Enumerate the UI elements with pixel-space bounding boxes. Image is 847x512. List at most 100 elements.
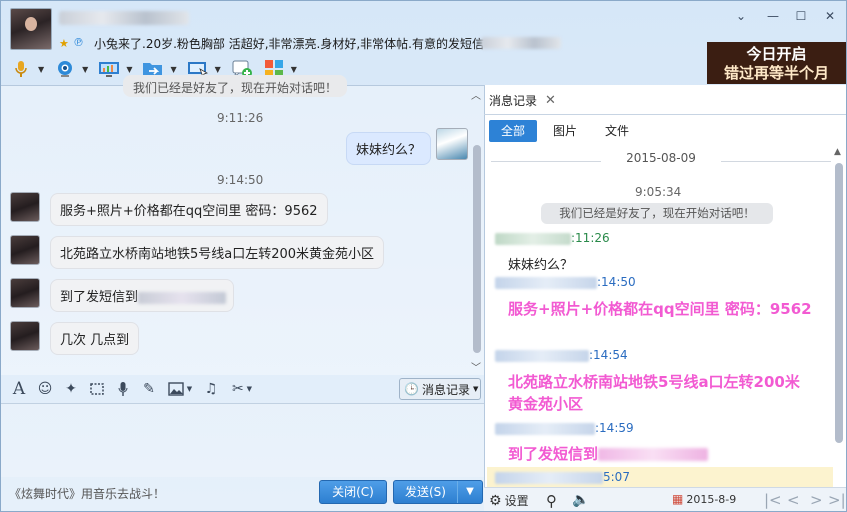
maximize-icon[interactable]: ☐ xyxy=(793,9,809,23)
video-camera-icon xyxy=(54,59,76,79)
history-message: 到了发短信到 xyxy=(508,443,709,465)
ad-line-2: 错过再等半个月 xyxy=(723,64,829,82)
divider xyxy=(491,161,601,162)
signature-redacted xyxy=(481,37,561,49)
send-options-icon[interactable]: ▼ xyxy=(458,481,482,503)
contact-avatar[interactable] xyxy=(10,8,52,50)
prev-page-icon[interactable]: < xyxy=(787,491,800,509)
image-icon[interactable]: ▼ xyxy=(163,378,197,400)
search-icon[interactable]: ⚲ xyxy=(546,492,557,510)
chevron-down-icon[interactable]: ▼ xyxy=(215,65,221,74)
screenshot-icon[interactable] xyxy=(85,378,109,400)
chat-scrollbar[interactable]: ︿ ﹀ xyxy=(470,87,484,375)
divider xyxy=(484,114,846,115)
history-sender-line: :14:59 xyxy=(495,421,634,435)
history-tab-label: 消息记录 xyxy=(489,93,538,108)
settings-button[interactable]: ⚙ 设置 xyxy=(489,492,529,509)
history-footer: ⚙ 设置 ⚲ 🔈 ▦ 2015-8-9 |< < > >| xyxy=(484,487,846,511)
message-bubble-received[interactable]: 到了发短信到 xyxy=(50,279,234,312)
ad-line-1: 今日开启 xyxy=(746,45,807,63)
history-scrollbar[interactable]: ▲ xyxy=(833,147,845,445)
filter-files[interactable]: 文件 xyxy=(593,120,641,142)
qzone-icon[interactable]: ℗ xyxy=(73,36,84,49)
music-icon[interactable]: ♫ xyxy=(199,378,223,400)
history-entry-time: :14:54 xyxy=(589,348,628,362)
footer-tip-link[interactable]: 《炫舞时代》用音乐去战斗！ xyxy=(9,485,165,502)
scrollbar-thumb[interactable] xyxy=(473,145,481,353)
close-button[interactable]: 关闭(C) xyxy=(319,480,387,504)
last-page-icon[interactable]: >| xyxy=(828,491,846,509)
message-history-button[interactable]: 🕒 消息记录 ▼ xyxy=(399,378,481,400)
chevron-down-icon[interactable]: ▼ xyxy=(170,65,176,74)
filter-all[interactable]: 全部 xyxy=(489,120,538,142)
message-text: 到了发短信到 xyxy=(60,290,139,305)
font-icon[interactable]: A xyxy=(7,378,31,400)
speaker-icon[interactable]: 🔈 xyxy=(572,492,589,508)
scrollbar-thumb[interactable] xyxy=(835,163,843,443)
voice-call-button[interactable]: ▼ xyxy=(7,57,47,81)
history-sender-line: :11:26 xyxy=(495,231,610,245)
contact-avatar-small[interactable] xyxy=(10,235,40,265)
history-system-message: 我们已经是好友了，现在开始对话吧！ xyxy=(541,203,773,224)
scroll-up-icon[interactable]: ︿ xyxy=(471,87,481,102)
minimize-icon[interactable]: — xyxy=(765,9,781,23)
history-filters: 全部 图片 文件 xyxy=(489,120,641,142)
star-icon: ★ xyxy=(59,37,69,50)
video-call-button[interactable]: ▼ xyxy=(51,57,91,81)
my-avatar[interactable] xyxy=(436,128,468,160)
chevron-down-icon[interactable]: ▼ xyxy=(187,385,192,393)
chevron-down-icon[interactable]: ▼ xyxy=(38,65,44,74)
send-button[interactable]: 发送(S) ▼ xyxy=(393,480,483,504)
tab-message-history[interactable]: 消息记录 ✕ xyxy=(489,89,556,111)
message-bubble-received[interactable]: 服务+照片+价格都在qq空间里 密码：9562 xyxy=(50,193,328,226)
ad-banner[interactable]: 今日开启 错过再等半个月 xyxy=(707,42,846,84)
scroll-down-icon[interactable]: ﹀ xyxy=(471,359,481,374)
first-page-icon[interactable]: |< xyxy=(764,491,782,509)
chevron-down-icon[interactable]: ▼ xyxy=(82,65,88,74)
filter-images[interactable]: 图片 xyxy=(541,120,589,142)
divider xyxy=(721,161,831,162)
next-page-icon[interactable]: > xyxy=(810,491,823,509)
dropdown-menu-icon[interactable]: ⌄ xyxy=(733,9,749,23)
contact-avatar-small[interactable] xyxy=(10,192,40,222)
emoji-icon[interactable]: ☺ xyxy=(33,378,57,400)
redacted-number xyxy=(598,448,709,461)
contact-avatar-small[interactable] xyxy=(10,321,40,351)
scroll-up-icon[interactable]: ▲ xyxy=(834,147,841,157)
message-bubble-sent[interactable]: 妹妹约么？ xyxy=(346,132,432,165)
message-bubble-received[interactable]: 几次 几点到 xyxy=(50,322,140,355)
date-picker[interactable]: ▦ 2015-8-9 xyxy=(672,492,736,506)
message-time: 9:14:50 xyxy=(217,173,264,187)
chevron-down-icon[interactable]: ▼ xyxy=(291,65,297,74)
chevron-down-icon[interactable]: ▼ xyxy=(126,65,132,74)
message-bubble-received[interactable]: 北苑路立水桥南站地铁5号线a口左转200米黄金苑小区 xyxy=(50,236,385,269)
history-message-text: 到了发短信到 xyxy=(508,445,599,463)
clock-icon: 🕒 xyxy=(404,382,419,396)
redacted-number xyxy=(138,291,227,304)
history-button-label: 消息记录 xyxy=(421,382,470,397)
history-time: 9:05:34 xyxy=(635,185,682,199)
edit-icon[interactable]: ✎ xyxy=(137,378,161,400)
redacted-sender xyxy=(495,471,603,484)
contact-signature: 小兔来了.20岁.粉色胸部 活超好,非常漂亮.身材好,非常体帖.有意的发短信 xyxy=(94,37,484,51)
input-toolbar: A ☺ ✦ ✎ ▼ ♫ ✂ ▼ xyxy=(7,377,259,401)
redacted-sender xyxy=(495,422,595,435)
scissors-icon[interactable]: ✂ ▼ xyxy=(225,378,259,400)
magic-icon[interactable]: ✦ xyxy=(59,378,83,400)
close-window-icon[interactable]: ✕ xyxy=(822,9,838,23)
calendar-icon: ▦ xyxy=(672,492,684,506)
history-entry-time: :11:26 xyxy=(571,231,610,245)
chevron-down-icon[interactable]: ▼ xyxy=(247,385,252,393)
history-date: 2015-08-09 xyxy=(626,151,696,165)
voice-icon[interactable] xyxy=(111,378,135,400)
microphone-icon xyxy=(10,59,32,79)
history-sender-line: :14:50 xyxy=(495,275,636,289)
close-tab-icon[interactable]: ✕ xyxy=(545,93,556,108)
message-input[interactable] xyxy=(1,403,484,477)
redacted-sender xyxy=(495,349,589,362)
history-sender-line: :14:54 xyxy=(495,348,628,362)
history-entry-time: :14:59 xyxy=(595,421,634,435)
history-message: 妹妹约么？ xyxy=(508,258,574,273)
message-time: 9:11:26 xyxy=(217,111,264,125)
contact-avatar-small[interactable] xyxy=(10,278,40,308)
